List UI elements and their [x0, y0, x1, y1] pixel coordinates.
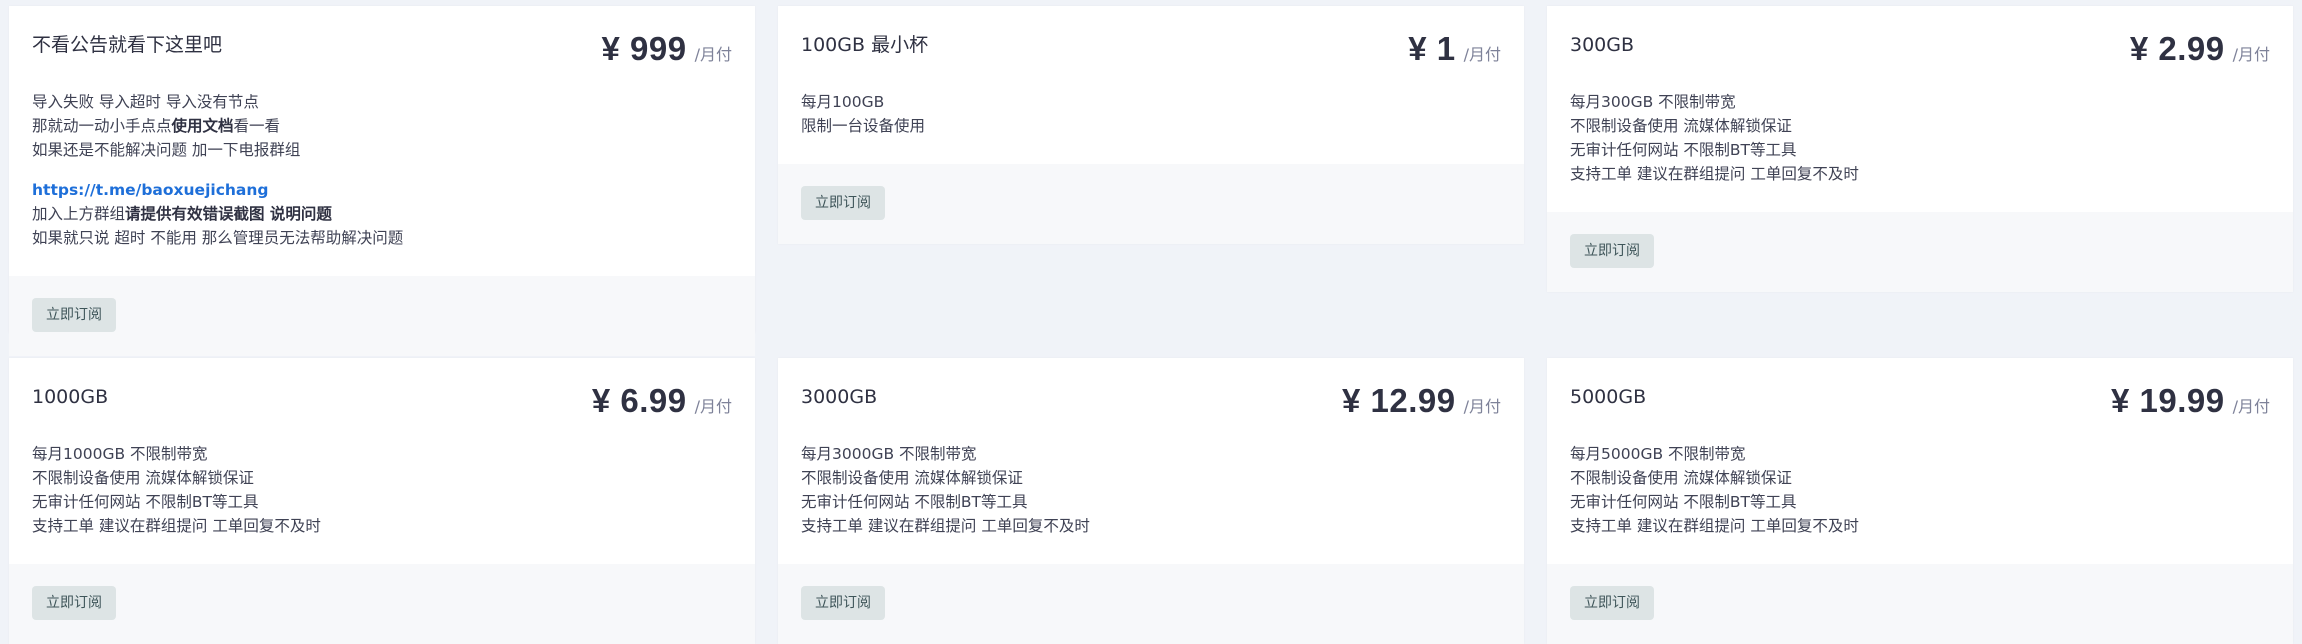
subscribe-button[interactable]: 立即订阅: [32, 586, 116, 620]
description-line: 不限制设备使用 流媒体解锁保证: [801, 469, 1023, 487]
plan-card-footer: 立即订阅: [778, 564, 1524, 644]
description-line: 不限制设备使用 流媒体解锁保证: [1570, 117, 1792, 135]
description-line: 每月300GB 不限制带宽: [1570, 93, 1736, 111]
price-amount: ¥ 2.99: [2129, 30, 2225, 67]
plan-card-footer: 立即订阅: [1547, 212, 2293, 292]
subscribe-button[interactable]: 立即订阅: [801, 186, 885, 220]
plan-price: ¥ 999 /月付: [602, 30, 733, 68]
subscribe-button[interactable]: 立即订阅: [1570, 586, 1654, 620]
plan-title: 300GB: [1570, 34, 1635, 56]
plan-card-header: 不看公告就看下这里吧 ¥ 999 /月付: [9, 6, 755, 68]
description-line: https://t.me/baoxuejichang: [32, 178, 732, 202]
description-line: 不限制设备使用 流媒体解锁保证: [1570, 469, 1792, 487]
plan-card-footer: 立即订阅: [9, 564, 755, 644]
price-amount: ¥ 1: [1408, 30, 1456, 67]
price-period: /月付: [694, 397, 732, 416]
plan-price: ¥ 2.99 /月付: [2130, 30, 2270, 68]
price-period: /月付: [2232, 45, 2270, 64]
plan-title: 1000GB: [32, 386, 109, 408]
description-line: 每月3000GB 不限制带宽: [801, 445, 977, 463]
description-line: 不限制设备使用 流媒体解锁保证: [32, 469, 254, 487]
description-line: 每月1000GB 不限制带宽: [32, 445, 208, 463]
price-amount: ¥ 999: [601, 30, 687, 67]
docs-emphasis: 使用文档: [171, 117, 234, 135]
description-line: 每月100GB: [801, 93, 885, 111]
plan-card-footer: 立即订阅: [1547, 564, 2293, 644]
description-line: 无审计任何网站 不限制BT等工具: [32, 493, 259, 511]
price-period: /月付: [1463, 397, 1501, 416]
price-amount: ¥ 12.99: [1341, 382, 1456, 419]
plan-card-header: 100GB 最小杯 ¥ 1 /月付: [778, 6, 1524, 68]
description-line: 无审计任何网站 不限制BT等工具: [1570, 141, 1797, 159]
subscribe-button[interactable]: 立即订阅: [1570, 234, 1654, 268]
plan-description: 每月300GB 不限制带宽 不限制设备使用 流媒体解锁保证 无审计任何网站 不限…: [1547, 68, 2293, 212]
plan-card-footer: 立即订阅: [778, 164, 1524, 244]
price-amount: ¥ 6.99: [591, 382, 687, 419]
subscribe-button[interactable]: 立即订阅: [801, 586, 885, 620]
description-line: 无审计任何网站 不限制BT等工具: [1570, 493, 1797, 511]
telegram-group-link[interactable]: https://t.me/baoxuejichang: [32, 181, 269, 199]
description-line: 无审计任何网站 不限制BT等工具: [801, 493, 1028, 511]
plan-description: 每月3000GB 不限制带宽 不限制设备使用 流媒体解锁保证 无审计任何网站 不…: [778, 420, 1524, 564]
plan-card-5000gb: 5000GB ¥ 19.99 /月付 每月5000GB 不限制带宽 不限制设备使…: [1547, 358, 2293, 644]
plan-card-1000gb: 1000GB ¥ 6.99 /月付 每月1000GB 不限制带宽 不限制设备使用…: [9, 358, 755, 644]
description-line: 那就动一动小手点点使用文档看一看: [32, 117, 281, 135]
plan-card-footer: 立即订阅: [9, 276, 755, 356]
price-period: /月付: [2232, 397, 2270, 416]
price-period: /月付: [1463, 45, 1501, 64]
plan-description: 导入失败 导入超时 导入没有节点 那就动一动小手点点使用文档看一看 如果还是不能…: [9, 68, 755, 276]
plan-price: ¥ 12.99 /月付: [1342, 382, 1501, 420]
plan-price: ¥ 19.99 /月付: [2111, 382, 2270, 420]
plan-description: 每月5000GB 不限制带宽 不限制设备使用 流媒体解锁保证 无审计任何网站 不…: [1547, 420, 2293, 564]
plan-card-notice: 不看公告就看下这里吧 ¥ 999 /月付 导入失败 导入超时 导入没有节点 那就…: [9, 6, 755, 356]
description-line: 支持工单 建议在群组提问 工单回复不及时: [32, 517, 321, 535]
description-line: 加入上方群组请提供有效错误截图 说明问题: [32, 205, 332, 223]
description-line: 如果就只说 超时 不能用 那么管理员无法帮助解决问题: [32, 229, 404, 247]
plan-description: 每月1000GB 不限制带宽 不限制设备使用 流媒体解锁保证 无审计任何网站 不…: [9, 420, 755, 564]
subscribe-button[interactable]: 立即订阅: [32, 298, 116, 332]
plan-title: 5000GB: [1570, 386, 1647, 408]
description-line: 导入失败 导入超时 导入没有节点: [32, 93, 259, 111]
description-line: 支持工单 建议在群组提问 工单回复不及时: [801, 517, 1090, 535]
plan-card-header: 5000GB ¥ 19.99 /月付: [1547, 358, 2293, 420]
plan-price: ¥ 1 /月付: [1408, 30, 1501, 68]
description-line: 支持工单 建议在群组提问 工单回复不及时: [1570, 517, 1859, 535]
plan-card-header: 1000GB ¥ 6.99 /月付: [9, 358, 755, 420]
screenshot-emphasis: 请提供有效错误截图 说明问题: [125, 205, 332, 223]
plan-description: 每月100GB 限制一台设备使用: [778, 68, 1524, 164]
plan-card-3000gb: 3000GB ¥ 12.99 /月付 每月3000GB 不限制带宽 不限制设备使…: [778, 358, 1524, 644]
price-amount: ¥ 19.99: [2110, 382, 2225, 419]
plan-card-header: 300GB ¥ 2.99 /月付: [1547, 6, 2293, 68]
description-line: 如果还是不能解决问题 加一下电报群组: [32, 141, 301, 159]
plan-card-300gb: 300GB ¥ 2.99 /月付 每月300GB 不限制带宽 不限制设备使用 流…: [1547, 6, 2293, 292]
plan-title: 3000GB: [801, 386, 878, 408]
plan-grid: 不看公告就看下这里吧 ¥ 999 /月付 导入失败 导入超时 导入没有节点 那就…: [9, 6, 2293, 644]
description-line: 限制一台设备使用: [801, 117, 926, 135]
description-line: 支持工单 建议在群组提问 工单回复不及时: [1570, 165, 1859, 183]
plan-title: 不看公告就看下这里吧: [32, 34, 223, 56]
plan-card-header: 3000GB ¥ 12.99 /月付: [778, 358, 1524, 420]
plan-price: ¥ 6.99 /月付: [592, 382, 732, 420]
plan-card-100gb: 100GB 最小杯 ¥ 1 /月付 每月100GB 限制一台设备使用 立即订阅: [778, 6, 1524, 244]
plan-title: 100GB 最小杯: [801, 34, 929, 56]
description-line: 每月5000GB 不限制带宽: [1570, 445, 1746, 463]
price-period: /月付: [694, 45, 732, 64]
